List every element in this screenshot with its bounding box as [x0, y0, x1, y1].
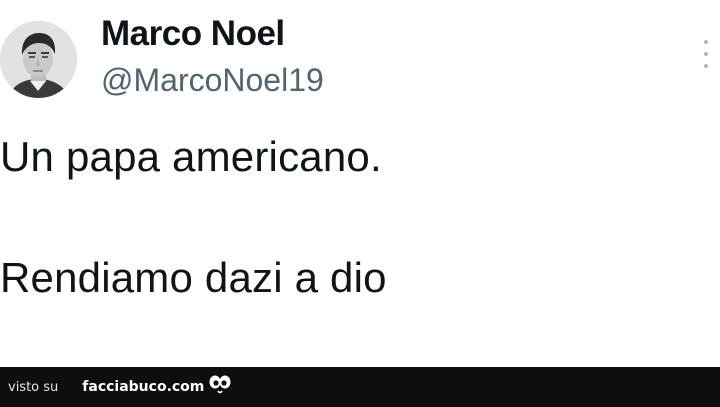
eyes-icon — [208, 374, 232, 401]
tweet-text-line: Rendiamo dazi a dio — [0, 254, 387, 301]
author-display-name[interactable]: Marco Noel — [101, 14, 285, 54]
watermark-footer: visto su facciabuco.com — [0, 367, 720, 407]
more-vertical-icon-dot — [704, 52, 708, 56]
more-vertical-icon — [704, 40, 708, 44]
footer-brand-link[interactable]: facciabuco.com — [82, 379, 204, 395]
author-handle[interactable]: @MarcoNoel19 — [101, 62, 324, 99]
avatar-image — [0, 21, 77, 98]
tweet-card: Marco Noel @MarcoNoel19 Un papa american… — [0, 0, 720, 367]
more-vertical-icon-dot — [704, 64, 708, 68]
avatar[interactable] — [0, 21, 77, 98]
footer-prefix: visto su — [8, 379, 59, 395]
tweet-text-line: Un papa americano. — [0, 133, 382, 180]
more-options-button[interactable] — [698, 38, 714, 70]
